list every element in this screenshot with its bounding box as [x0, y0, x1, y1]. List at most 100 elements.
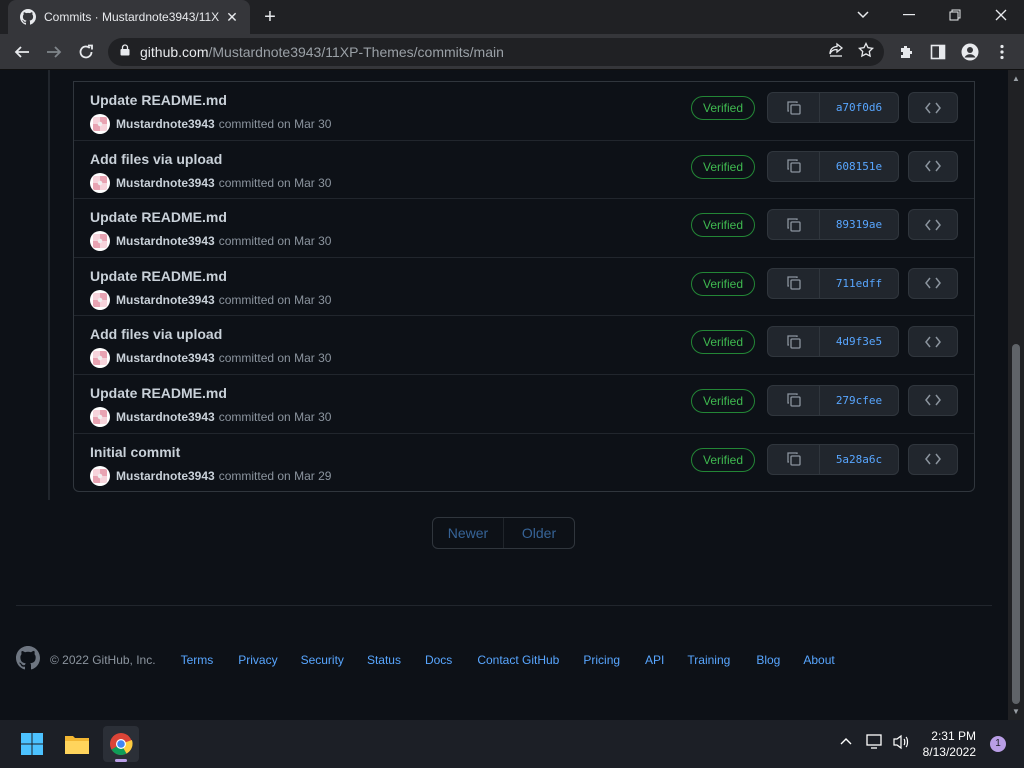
- windows-start-icon[interactable]: [14, 726, 50, 762]
- footer-link-docs[interactable]: Docs: [425, 653, 452, 667]
- menu-icon[interactable]: [990, 40, 1014, 64]
- network-icon[interactable]: [866, 734, 884, 755]
- sha-button-group: 4d9f3e5: [767, 326, 899, 358]
- copy-icon[interactable]: [768, 385, 820, 415]
- footer-link-training[interactable]: Training: [687, 653, 730, 667]
- commit-author[interactable]: Mustardnote3943: [116, 351, 215, 365]
- forward-icon[interactable]: [42, 40, 66, 64]
- sha-button-group: 608151e: [767, 150, 899, 182]
- browse-code-icon[interactable]: [908, 443, 958, 475]
- verified-badge[interactable]: Verified: [691, 447, 755, 472]
- footer-link-status[interactable]: Status: [367, 653, 401, 667]
- commit-sha-link[interactable]: 4d9f3e5: [820, 327, 898, 356]
- commit-date: committed on Mar 29: [218, 468, 332, 483]
- file-explorer-icon[interactable]: [59, 726, 95, 762]
- avatar[interactable]: [90, 348, 110, 369]
- browse-code-icon[interactable]: [908, 326, 958, 358]
- volume-icon[interactable]: [892, 734, 910, 755]
- close-tab-icon[interactable]: ✕: [222, 9, 242, 26]
- commit-message[interactable]: Update README.md: [90, 268, 227, 284]
- avatar[interactable]: [90, 231, 110, 252]
- commit-message[interactable]: Add files via upload: [90, 151, 222, 167]
- footer-divider: [16, 605, 992, 606]
- minimize-button[interactable]: [886, 0, 932, 30]
- browse-code-icon[interactable]: [908, 267, 958, 299]
- footer-link-about[interactable]: About: [803, 653, 834, 667]
- commit-sha-link[interactable]: 89319ae: [820, 210, 898, 239]
- verified-badge[interactable]: Verified: [691, 330, 755, 355]
- browser-tab[interactable]: Commits · Mustardnote3943/11X ✕: [8, 0, 250, 34]
- commit-author[interactable]: Mustardnote3943: [116, 469, 215, 483]
- side-panel-icon[interactable]: [926, 40, 950, 64]
- avatar[interactable]: [90, 406, 110, 427]
- address-bar[interactable]: github.com/Mustardnote3943/11XP-Themes/c…: [108, 38, 884, 66]
- footer-link-security[interactable]: Security: [301, 653, 344, 667]
- commit-meta: Mustardnote3943 committed on Mar 30: [90, 348, 331, 369]
- commit-sha-link[interactable]: a70f0d6: [820, 93, 898, 122]
- commit-message[interactable]: Add files via upload: [90, 326, 222, 342]
- verified-badge[interactable]: Verified: [691, 213, 755, 238]
- older-button[interactable]: Older: [504, 518, 574, 548]
- commit-date: committed on Mar 30: [218, 117, 332, 131]
- avatar[interactable]: [90, 465, 110, 486]
- scroll-up-icon[interactable]: ▲: [1012, 74, 1020, 83]
- copy-icon[interactable]: [768, 444, 820, 474]
- commit-author[interactable]: Mustardnote3943: [116, 410, 215, 424]
- back-icon[interactable]: [10, 40, 34, 64]
- avatar[interactable]: [90, 172, 110, 193]
- newer-button[interactable]: Newer: [433, 518, 504, 548]
- chrome-taskbar-icon[interactable]: [103, 726, 139, 762]
- verified-badge[interactable]: Verified: [691, 271, 755, 296]
- notification-badge[interactable]: 1: [990, 736, 1006, 752]
- footer-link-privacy[interactable]: Privacy: [238, 653, 277, 667]
- copy-icon[interactable]: [768, 151, 820, 181]
- commit-message[interactable]: Initial commit: [90, 444, 180, 460]
- sha-button-group: 5a28a6c: [767, 443, 899, 475]
- verified-badge[interactable]: Verified: [691, 388, 755, 413]
- browse-code-icon[interactable]: [908, 150, 958, 182]
- footer-link-terms[interactable]: Terms: [181, 653, 214, 667]
- close-window-button[interactable]: [978, 0, 1024, 30]
- footer-link-blog[interactable]: Blog: [756, 653, 780, 667]
- footer-link-contact-github[interactable]: Contact GitHub: [477, 653, 559, 667]
- github-footer-icon[interactable]: [16, 646, 40, 673]
- commit-author[interactable]: Mustardnote3943: [116, 293, 215, 307]
- footer-link-pricing[interactable]: Pricing: [583, 653, 620, 667]
- commit-message[interactable]: Update README.md: [90, 209, 227, 225]
- commit-message[interactable]: Update README.md: [90, 92, 227, 108]
- commit-sha-link[interactable]: 279cfee: [820, 386, 898, 415]
- copy-icon[interactable]: [768, 268, 820, 298]
- bookmark-star-icon[interactable]: [857, 41, 875, 63]
- copy-icon[interactable]: [768, 210, 820, 240]
- new-tab-button[interactable]: +: [258, 5, 282, 29]
- share-icon[interactable]: [828, 42, 844, 63]
- scroll-down-icon[interactable]: ▼: [1012, 707, 1020, 716]
- commit-sha-link[interactable]: 5a28a6c: [820, 445, 898, 474]
- verified-badge[interactable]: Verified: [691, 154, 755, 179]
- vertical-scrollbar[interactable]: ▲ ▼: [1008, 70, 1024, 720]
- url-path: /Mustardnote3943/11XP-Themes/commits/mai…: [208, 44, 504, 60]
- reload-icon[interactable]: [74, 40, 98, 64]
- tab-search-icon[interactable]: [840, 0, 886, 30]
- commit-author[interactable]: Mustardnote3943: [116, 234, 215, 248]
- commit-sha-link[interactable]: 711edff: [820, 269, 898, 298]
- scrollbar-thumb[interactable]: [1012, 344, 1020, 704]
- browse-code-icon[interactable]: [908, 384, 958, 416]
- avatar[interactable]: [90, 114, 110, 134]
- restore-button[interactable]: [932, 0, 978, 30]
- profile-icon[interactable]: [958, 40, 982, 64]
- extensions-icon[interactable]: [894, 40, 918, 64]
- browse-code-icon[interactable]: [908, 92, 958, 123]
- commit-author[interactable]: Mustardnote3943: [116, 176, 215, 190]
- copy-icon[interactable]: [768, 93, 820, 122]
- avatar[interactable]: [90, 289, 110, 310]
- commit-author[interactable]: Mustardnote3943: [116, 117, 215, 131]
- show-hidden-icons-icon[interactable]: [840, 734, 852, 748]
- system-clock[interactable]: 2:31 PM 8/13/2022: [923, 728, 976, 760]
- verified-badge[interactable]: Verified: [691, 96, 755, 120]
- commit-message[interactable]: Update README.md: [90, 385, 227, 401]
- footer-link-api[interactable]: API: [645, 653, 664, 667]
- browse-code-icon[interactable]: [908, 209, 958, 241]
- commit-sha-link[interactable]: 608151e: [820, 152, 898, 181]
- copy-icon[interactable]: [768, 327, 820, 357]
